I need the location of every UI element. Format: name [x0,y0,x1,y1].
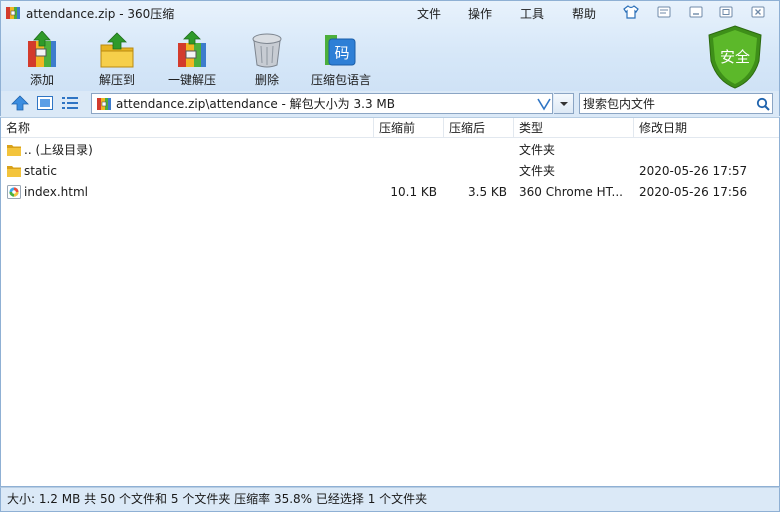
file-type: 360 Chrome HT... [519,185,623,199]
maximize-icon[interactable] [717,4,735,20]
table-row[interactable]: index.html 10.1 KB 3.5 KB 360 Chrome HT.… [1,182,779,203]
search-box[interactable] [579,93,773,114]
column-modified[interactable]: 修改日期 [633,118,779,138]
extract-folder-icon [100,32,134,68]
file-size-before [373,140,437,161]
list-view-icon[interactable] [61,95,79,111]
address-input[interactable] [116,95,526,112]
address-toolbar [0,91,780,116]
one-click-extract-label: 一键解压 [167,73,216,87]
archive-language-label: 压缩包语言 [310,73,371,87]
column-size-before[interactable]: 压缩前 [373,118,443,138]
search-icon[interactable] [756,97,770,111]
menu-file[interactable]: 文件 [417,5,441,22]
menu-operate[interactable]: 操作 [468,5,492,22]
menu-tools[interactable]: 工具 [520,5,544,22]
file-list[interactable]: 名称 压缩前 压缩后 类型 修改日期 .. (上级目录) 文件夹 static … [0,117,780,487]
archive-language-button[interactable]: 码 压缩包语言 [306,31,376,89]
close-icon[interactable] [749,4,767,20]
column-size-after[interactable]: 压缩后 [443,118,513,138]
extract-to-button[interactable]: 解压到 [82,31,152,89]
address-bar[interactable] [91,93,553,114]
file-name: .. (上级目录) [24,143,93,157]
extract-to-label: 解压到 [98,73,135,87]
file-size-before [373,161,437,182]
chevron-down-icon [560,102,568,106]
one-click-extract-button[interactable]: 一键解压 [157,31,227,89]
file-name: index.html [24,185,88,199]
folder-icon [7,145,21,156]
file-modified: 2020-05-26 17:57 [639,164,748,178]
delete-button[interactable]: 删除 [232,31,302,89]
file-type: 文件夹 [519,164,556,178]
column-name[interactable]: 名称 [1,118,373,138]
file-modified: 2020-05-26 17:56 [639,185,748,199]
thumbnail-view-icon[interactable] [36,95,54,111]
table-row[interactable]: .. (上级目录) 文件夹 [1,140,779,161]
file-size-before: 10.1 KB [390,185,437,199]
column-type[interactable]: 类型 [513,118,633,138]
file-size-after [443,161,507,182]
file-name: static [24,164,57,178]
folder-icon [7,166,21,177]
table-row[interactable]: static 文件夹 2020-05-26 17:57 [1,161,779,182]
menu-help[interactable]: 帮助 [572,5,596,22]
feedback-icon[interactable] [655,4,673,20]
window-title: attendance.zip - 360压缩 [26,7,175,21]
column-header: 名称 压缩前 压缩后 类型 修改日期 [1,118,779,138]
html-file-icon [7,185,21,199]
security-label: 安全 [720,48,750,66]
top-area: attendance.zip - 360压缩 文件 操作 工具 帮助 添加 解压… [0,0,780,91]
security-shield-icon[interactable]: 安全 [707,25,763,89]
delete-label: 删除 [254,73,279,87]
zip-archive-icon [97,98,111,110]
file-size-after [443,140,507,161]
add-archive-icon [28,31,56,67]
skin-shirt-icon[interactable] [622,4,640,20]
add-button[interactable]: 添加 [7,31,77,89]
file-size-after: 3.5 KB [468,185,507,199]
chevron-v-icon[interactable] [536,96,552,112]
up-arrow-icon[interactable] [11,95,29,111]
svg-text:码: 码 [334,44,349,62]
trash-bin-icon [252,33,282,68]
search-input[interactable] [583,95,751,112]
language-code-icon: 码 [325,35,356,66]
zip-archive-icon [6,7,20,19]
one-click-extract-icon [178,31,206,67]
file-type: 文件夹 [519,143,556,157]
file-modified [639,140,777,161]
add-label: 添加 [29,73,54,87]
status-bar: 大小: 1.2 MB 共 50 个文件和 5 个文件夹 压缩率 35.8% 已经… [0,487,780,512]
title-bar[interactable]: attendance.zip - 360压缩 文件 操作 工具 帮助 [1,1,780,25]
minimize-icon[interactable] [687,4,705,20]
address-dropdown-button[interactable] [554,93,574,114]
